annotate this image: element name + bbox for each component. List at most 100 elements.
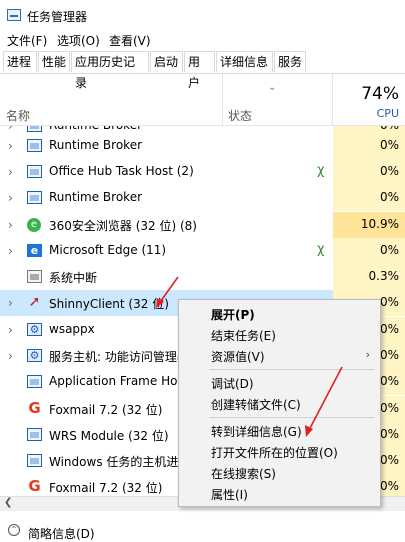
process-icon [27,191,42,204]
process-icon [27,428,42,441]
menu-item-label: 资源值(V) [211,350,265,364]
expand-chevron-icon[interactable]: › [8,296,13,310]
process-icon [27,270,42,283]
edge-icon: e [27,244,42,257]
table-row[interactable]: › e Microsoft Edge (11) χ 0% [0,238,405,264]
table-row[interactable]: › e 360安全浏览器 (32 位) (8) 10.9% [0,212,405,238]
menu-item-properties[interactable]: 属性(I) [179,483,380,504]
tab-bar: 进程 性能 应用历史记录 启动 用户 详细信息 服务 [0,51,405,90]
menu-separator [209,417,374,418]
shinny-client-icon: ➚ [28,294,41,310]
cpu-value: 0% [379,479,399,493]
cpu-value: 0% [379,295,399,309]
expand-chevron-icon[interactable]: › [8,191,13,205]
menu-item-search-online[interactable]: 在线搜索(S) [179,462,380,483]
process-name: 系统中断 [49,271,98,285]
process-name: wsappx [49,322,95,336]
menu-item-label: 创建转储文件(C) [211,398,301,412]
column-divider[interactable] [222,74,223,125]
process-name: Application Frame Host [49,374,189,388]
footer-bar: ⌃ 简略信息(D) [0,511,405,541]
tab-services[interactable]: 服务 [274,51,306,72]
expand-chevron-icon[interactable]: › [8,244,13,258]
column-header: ⌄ 名称 状态 74% CPU [0,74,405,126]
menu-item-open-file-location[interactable]: 打开文件所在的位置(O) [179,441,380,462]
foxmail-icon: G [28,399,41,417]
submenu-arrow-icon: › [365,348,370,361]
name-column-header[interactable]: 名称 [6,107,30,124]
process-name: 服务主机: 功能访问管理器 [49,350,189,364]
menu-item-label: 调试(D) [211,377,254,391]
process-icon [27,454,42,467]
menu-item-label: 属性(I) [211,488,248,502]
menu-file[interactable]: 文件(F) [7,32,47,49]
browser-360-icon: e [27,218,41,232]
expand-chevron-icon[interactable]: › [8,126,13,133]
process-name: WRS Module (32 位) [49,429,169,443]
expand-chevron-icon[interactable]: › [8,218,13,232]
window-title: 任务管理器 [27,10,88,24]
cpu-value: 10.9% [360,217,399,231]
table-row[interactable]: 系统中断 0.3% [0,264,405,290]
cpu-value: 0% [379,453,399,467]
cpu-column-label: CPU [376,107,399,120]
process-name: Runtime Broker [49,190,143,204]
tab-performance[interactable]: 性能 [38,51,70,72]
expand-chevron-icon[interactable]: › [8,139,13,153]
menu-item-expand[interactable]: 展开(P) [179,303,380,324]
process-name: Foxmail 7.2 (32 位) [49,481,163,495]
process-name: Windows 任务的主机进程 [49,455,191,469]
menu-item-debug[interactable]: 调试(D) [179,372,380,393]
menu-item-label: 打开文件所在的位置(O) [211,446,338,460]
tab-users[interactable]: 用户 [184,51,215,90]
cpu-value: 0% [379,243,399,257]
cpu-value: 0% [379,164,399,178]
gear-icon: ⚙ [27,349,42,362]
menu-options[interactable]: 选项(O) [57,32,100,49]
expand-chevron-icon[interactable]: › [8,349,13,363]
process-icon [27,126,42,132]
process-icon [27,139,42,152]
suspended-leaf-icon: χ [317,163,325,178]
process-name: 360安全浏览器 (32 位) (8) [49,219,197,233]
cpu-column-header[interactable]: 74% CPU [333,74,405,125]
tab-processes[interactable]: 进程 [3,51,37,72]
cpu-value: 0% [379,374,399,388]
process-name: Runtime Broker [49,138,143,152]
expand-chevron-icon[interactable]: › [8,165,13,179]
sort-chevron-icon[interactable]: ⌄ [268,82,276,93]
table-row[interactable]: › Runtime Broker 0% [0,133,405,159]
cpu-value: 0% [379,348,399,362]
cpu-value: 0% [379,322,399,336]
process-name: ShinnyClient (32 位) [49,297,169,311]
tab-details[interactable]: 详细信息 [216,51,273,72]
process-name: Foxmail 7.2 (32 位) [49,403,163,417]
menu-item-go-to-details[interactable]: 转到详细信息(G) [179,420,380,441]
menu-view[interactable]: 查看(V) [109,32,151,49]
status-column-header[interactable]: 状态 [228,107,252,124]
cpu-value: 0% [379,401,399,415]
menu-item-resource-values[interactable]: 资源值(V) › [179,345,380,366]
cpu-value: 0% [379,138,399,152]
cpu-value: 0% [379,190,399,204]
table-row[interactable]: › Runtime Broker 0% [0,185,405,211]
expand-chevron-icon[interactable]: › [8,323,13,337]
menu-item-label: 展开(P) [211,308,255,322]
menu-item-create-dump[interactable]: 创建转储文件(C) [179,393,380,414]
title-bar: 任务管理器 [0,0,405,30]
scroll-left-icon[interactable]: ❮ [4,497,12,508]
table-row[interactable]: › Office Hub Task Host (2) χ 0% [0,159,405,185]
collapse-up-icon[interactable]: ⌃ [8,524,20,536]
menu-bar: 文件(F) 选项(O) 查看(V) [0,30,405,50]
process-icon [27,165,42,178]
tab-startup[interactable]: 启动 [150,51,183,72]
process-name: Microsoft Edge (11) [49,243,167,257]
tab-app-history[interactable]: 应用历史记录 [71,51,149,90]
cpu-total-percent: 74% [361,84,399,104]
menu-separator [209,369,374,370]
foxmail-icon: G [28,477,41,495]
menu-item-label: 结束任务(E) [211,329,276,343]
process-icon [27,375,42,388]
menu-item-end-task[interactable]: 结束任务(E) [179,324,380,345]
cpu-value: 0.3% [368,269,400,283]
